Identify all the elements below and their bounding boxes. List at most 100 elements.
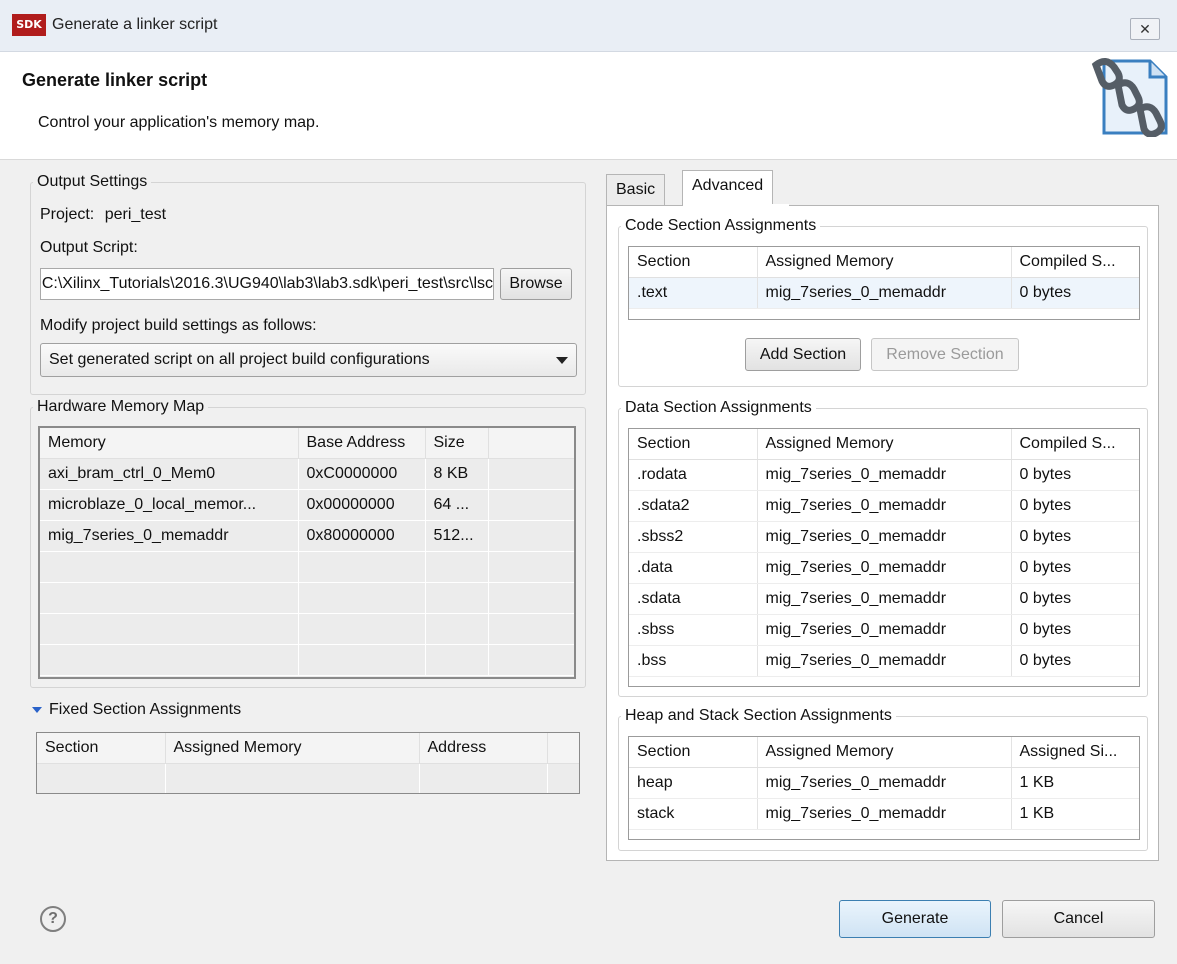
column-header-assigned-memory[interactable]: Assigned Memory bbox=[165, 733, 420, 764]
column-header-assigned-size[interactable]: Assigned Si... bbox=[1011, 737, 1139, 768]
chevron-down-icon bbox=[556, 357, 568, 364]
column-header-filler bbox=[547, 733, 579, 764]
size-cell: 64 ... bbox=[425, 489, 489, 521]
fixed-sections-label: Fixed Section Assignments bbox=[49, 701, 242, 718]
empty-row bbox=[40, 551, 574, 583]
section-cell: stack bbox=[629, 798, 758, 830]
memory-cell: mig_7series_0_memaddr bbox=[40, 520, 299, 552]
memory-map-table[interactable]: Memory Base Address Size axi_bram_ctrl_0… bbox=[38, 426, 576, 679]
table-row[interactable]: .sdata mig_7series_0_memaddr 0 bytes bbox=[629, 583, 1139, 615]
assigned-memory-cell: mig_7series_0_memaddr bbox=[757, 645, 1012, 677]
table-row[interactable]: .sdata2 mig_7series_0_memaddr 0 bytes bbox=[629, 490, 1139, 522]
fixed-sections-toggle[interactable]: Fixed Section Assignments bbox=[32, 700, 241, 720]
generate-button[interactable]: Generate bbox=[839, 900, 991, 938]
column-header-compiled-size[interactable]: Compiled S... bbox=[1011, 247, 1139, 278]
column-header-section[interactable]: Section bbox=[629, 737, 758, 768]
empty-row bbox=[40, 644, 574, 676]
size-cell: 8 KB bbox=[425, 458, 489, 490]
output-script-label: Output Script: bbox=[40, 239, 138, 256]
table-row[interactable]: .sbss2 mig_7series_0_memaddr 0 bytes bbox=[629, 521, 1139, 553]
table-row[interactable]: .bss mig_7series_0_memaddr 0 bytes bbox=[629, 645, 1139, 677]
compiled-size-cell: 0 bytes bbox=[1011, 614, 1139, 646]
heap-stack-sections-table[interactable]: Section Assigned Memory Assigned Si... h… bbox=[628, 736, 1140, 840]
table-header: Section Assigned Memory Compiled S... bbox=[629, 429, 1139, 460]
assigned-memory-cell: mig_7series_0_memaddr bbox=[757, 614, 1012, 646]
add-section-button[interactable]: Add Section bbox=[745, 338, 861, 371]
output-settings-legend: Output Settings bbox=[37, 173, 148, 190]
column-header-compiled-size[interactable]: Compiled S... bbox=[1011, 429, 1139, 460]
tab-advanced[interactable]: Advanced bbox=[682, 170, 774, 206]
section-cell: .text bbox=[629, 277, 758, 309]
table-row[interactable]: .sbss mig_7series_0_memaddr 0 bytes bbox=[629, 614, 1139, 646]
remove-section-button[interactable]: Remove Section bbox=[871, 338, 1019, 371]
table-row[interactable]: microblaze_0_local_memor... 0x00000000 6… bbox=[40, 489, 574, 521]
code-sections-table[interactable]: Section Assigned Memory Compiled S... .t… bbox=[628, 246, 1140, 320]
compiled-size-cell: 0 bytes bbox=[1011, 277, 1139, 309]
table-row[interactable]: axi_bram_ctrl_0_Mem0 0xC0000000 8 KB bbox=[40, 458, 574, 490]
tab-basic[interactable]: Basic bbox=[606, 174, 666, 206]
table-row[interactable]: stack mig_7series_0_memaddr 1 KB bbox=[629, 798, 1139, 830]
column-header-size[interactable]: Size bbox=[425, 428, 489, 459]
data-sections-legend: Data Section Assignments bbox=[625, 399, 812, 416]
table-header: Section Assigned Memory Compiled S... bbox=[629, 247, 1139, 278]
build-settings-value: Set generated script on all project buil… bbox=[49, 351, 430, 368]
column-header-base-address[interactable]: Base Address bbox=[298, 428, 426, 459]
section-cell: .rodata bbox=[629, 459, 758, 491]
output-script-input[interactable]: C:\Xilinx_Tutorials\2016.3\UG940\lab3\la… bbox=[40, 268, 494, 300]
dialog-header bbox=[0, 53, 1177, 159]
column-header-assigned-memory[interactable]: Assigned Memory bbox=[757, 737, 1012, 768]
table-row[interactable]: .data mig_7series_0_memaddr 0 bytes bbox=[629, 552, 1139, 584]
section-cell: .sbss2 bbox=[629, 521, 758, 553]
size-cell: 512... bbox=[425, 520, 489, 552]
table-row[interactable]: mig_7series_0_memaddr 0x80000000 512... bbox=[40, 520, 574, 552]
filler-cell bbox=[488, 489, 574, 521]
build-settings-dropdown[interactable]: Set generated script on all project buil… bbox=[40, 343, 577, 377]
help-icon[interactable]: ? bbox=[40, 906, 66, 932]
memory-cell: microblaze_0_local_memor... bbox=[40, 489, 299, 521]
fixed-sections-table[interactable]: Section Assigned Memory Address bbox=[36, 732, 580, 794]
table-row[interactable]: heap mig_7series_0_memaddr 1 KB bbox=[629, 767, 1139, 799]
data-sections-table[interactable]: Section Assigned Memory Compiled S... .r… bbox=[628, 428, 1140, 687]
empty-row bbox=[37, 763, 579, 793]
code-sections-legend: Code Section Assignments bbox=[625, 217, 817, 234]
assigned-memory-cell: mig_7series_0_memaddr bbox=[757, 490, 1012, 522]
section-cell: .sdata2 bbox=[629, 490, 758, 522]
close-button[interactable]: ✕ bbox=[1130, 18, 1160, 40]
assigned-memory-cell: mig_7series_0_memaddr bbox=[757, 521, 1012, 553]
column-header-section[interactable]: Section bbox=[37, 733, 166, 764]
assigned-memory-cell: mig_7series_0_memaddr bbox=[757, 277, 1012, 309]
active-tab-joint bbox=[683, 204, 789, 207]
column-header-memory[interactable]: Memory bbox=[40, 428, 299, 459]
column-header-section[interactable]: Section bbox=[629, 247, 758, 278]
browse-button[interactable]: Browse bbox=[500, 268, 572, 300]
heap-stack-sections-legend: Heap and Stack Section Assignments bbox=[625, 707, 892, 724]
project-row: Project: peri_test bbox=[40, 205, 166, 225]
assigned-memory-cell: mig_7series_0_memaddr bbox=[757, 767, 1012, 799]
assigned-memory-cell: mig_7series_0_memaddr bbox=[757, 459, 1012, 491]
assigned-memory-cell: mig_7series_0_memaddr bbox=[757, 798, 1012, 830]
section-cell: .data bbox=[629, 552, 758, 584]
base-address-cell: 0xC0000000 bbox=[298, 458, 426, 490]
column-header-assigned-memory[interactable]: Assigned Memory bbox=[757, 247, 1012, 278]
compiled-size-cell: 0 bytes bbox=[1011, 645, 1139, 677]
column-header-assigned-memory[interactable]: Assigned Memory bbox=[757, 429, 1012, 460]
assigned-memory-cell: mig_7series_0_memaddr bbox=[757, 583, 1012, 615]
table-row[interactable]: .rodata mig_7series_0_memaddr 0 bytes bbox=[629, 459, 1139, 491]
table-header: Section Assigned Memory Address bbox=[37, 733, 579, 764]
base-address-cell: 0x00000000 bbox=[298, 489, 426, 521]
column-header-address[interactable]: Address bbox=[419, 733, 548, 764]
compiled-size-cell: 0 bytes bbox=[1011, 521, 1139, 553]
column-header-section[interactable]: Section bbox=[629, 429, 758, 460]
column-header-filler bbox=[488, 428, 574, 459]
table-row[interactable]: .text mig_7series_0_memaddr 0 bytes bbox=[629, 277, 1139, 309]
filler-cell bbox=[488, 458, 574, 490]
sdk-logo-icon: SDK bbox=[12, 14, 46, 36]
cancel-button[interactable]: Cancel bbox=[1002, 900, 1155, 938]
section-cell: .sdata bbox=[629, 583, 758, 615]
section-cell: heap bbox=[629, 767, 758, 799]
chain-link-document-icon bbox=[1088, 55, 1176, 138]
compiled-size-cell: 0 bytes bbox=[1011, 552, 1139, 584]
page-title: Generate linker script bbox=[22, 70, 208, 90]
memory-cell: axi_bram_ctrl_0_Mem0 bbox=[40, 458, 299, 490]
hardware-memory-map-legend: Hardware Memory Map bbox=[37, 398, 205, 415]
